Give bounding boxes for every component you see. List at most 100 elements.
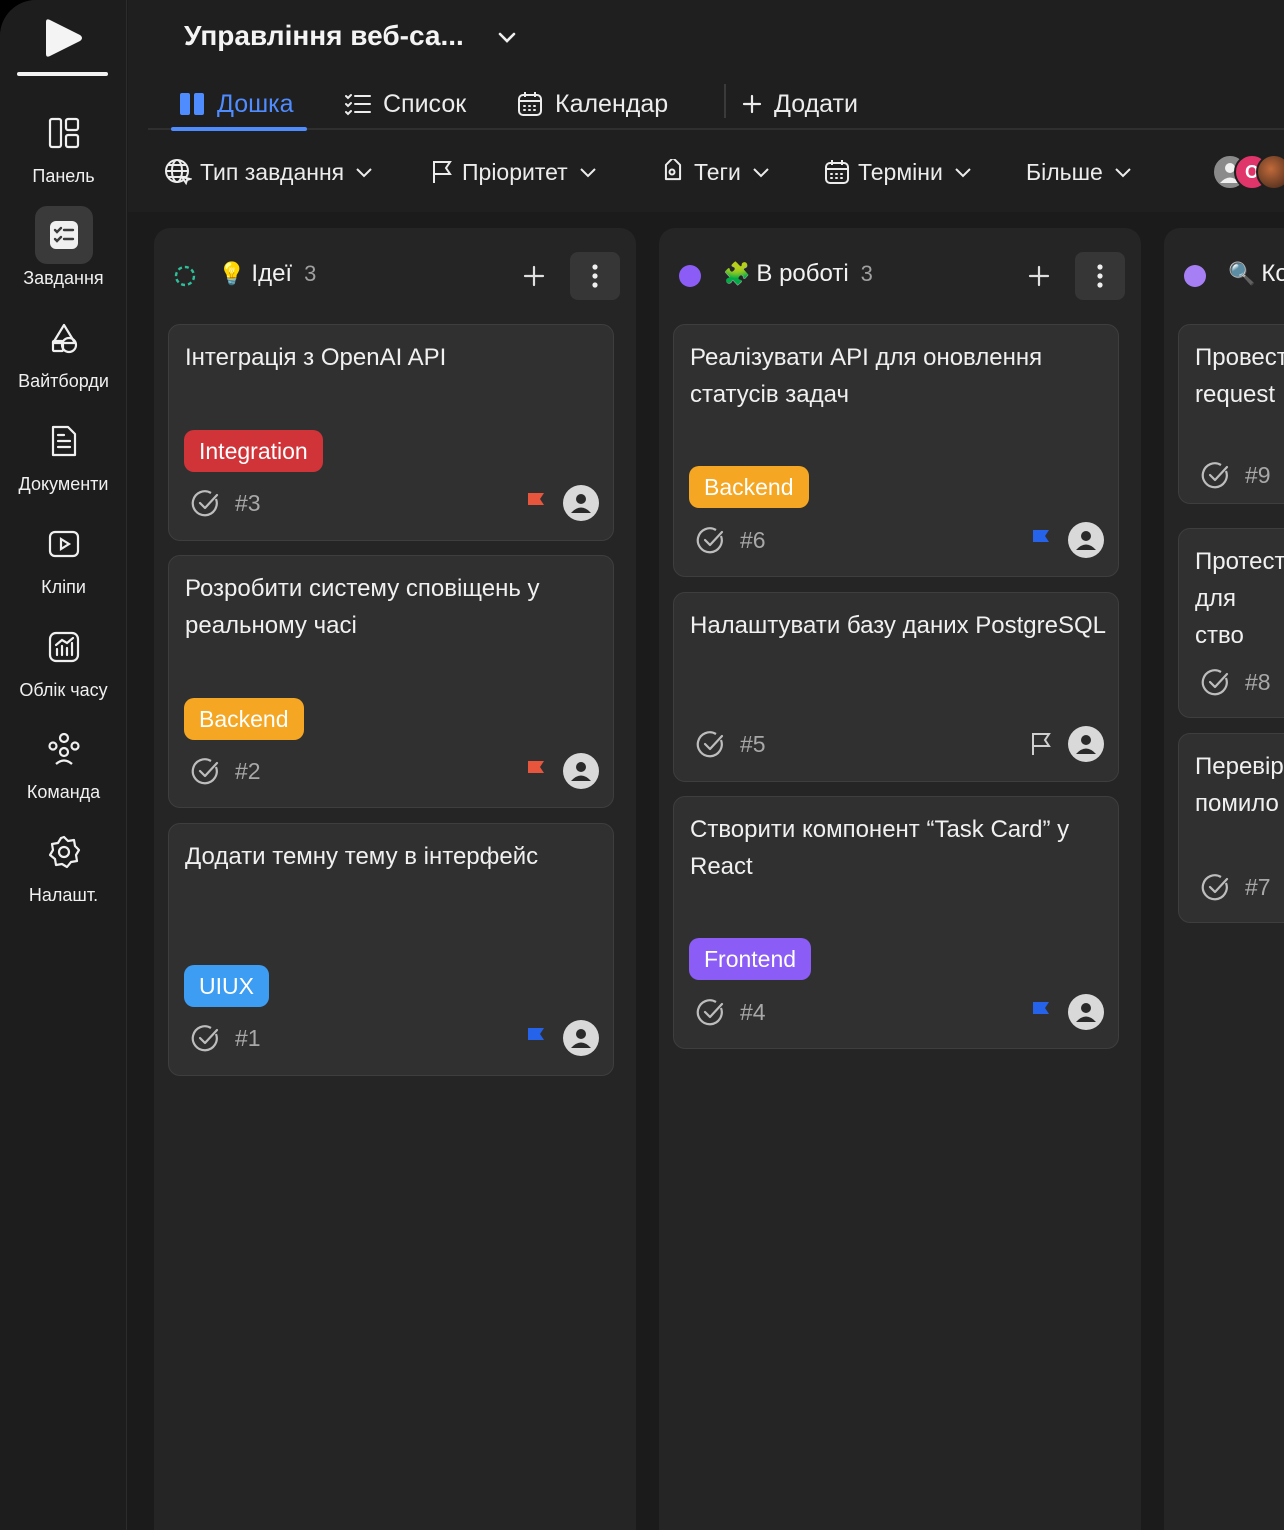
sidebar-item-clips[interactable]: Кліпи bbox=[0, 515, 127, 611]
avatar bbox=[1256, 154, 1284, 190]
gear-icon bbox=[35, 823, 93, 881]
filter-label: Більше bbox=[1026, 158, 1103, 185]
filter-priority[interactable]: Пріоритет bbox=[430, 152, 598, 192]
task-tag: Integration bbox=[184, 430, 323, 472]
tag-icon bbox=[664, 159, 682, 181]
task-title: Перевір помило bbox=[1195, 753, 1284, 817]
task-card[interactable]: Провест request #9 bbox=[1178, 324, 1284, 504]
task-card[interactable]: Реалізувати API для оновлення статусів з… bbox=[673, 324, 1119, 577]
magnifier-icon: 🔍 bbox=[1228, 261, 1256, 286]
chevron-down-icon bbox=[356, 168, 372, 178]
sidebar-item-label: Документи bbox=[18, 474, 109, 494]
task-id: #5 bbox=[696, 729, 766, 759]
task-card[interactable]: Створити компонент “Task Card” у React F… bbox=[673, 796, 1119, 1049]
task-card[interactable]: Інтеграція з OpenAI API Integration #3 bbox=[168, 324, 614, 541]
task-card[interactable]: Додати темну тему в інтерфейс UIUX #1 bbox=[168, 823, 614, 1076]
status-pending-icon bbox=[174, 265, 196, 287]
project-title[interactable]: Управління веб-са... bbox=[184, 20, 464, 52]
list-icon bbox=[345, 94, 371, 116]
task-card[interactable]: Протест для ство #8 bbox=[1178, 528, 1284, 718]
chart-icon bbox=[35, 618, 93, 676]
filter-more[interactable]: Більше bbox=[1026, 152, 1133, 192]
sidebar-item-label: Налашт. bbox=[28, 885, 99, 905]
task-card[interactable]: Розробити систему сповіщень у реальному … bbox=[168, 555, 614, 808]
sidebar-item-docs[interactable]: Документи bbox=[0, 412, 127, 508]
task-card[interactable]: Налаштувати базу даних PostgreSQL #5 bbox=[673, 592, 1119, 782]
tab-calendar[interactable]: Календар bbox=[517, 84, 668, 124]
column-title[interactable]: 🔍 Ко bbox=[1228, 260, 1284, 288]
globe-icon bbox=[165, 159, 192, 186]
task-id: #2 bbox=[191, 756, 261, 786]
task-id: #4 bbox=[696, 997, 766, 1027]
filter-deadlines[interactable]: Терміни bbox=[824, 152, 973, 192]
task-id: #3 bbox=[191, 488, 261, 518]
column-header: 🧩 В роботі 3 bbox=[659, 252, 1141, 300]
check-circle-icon bbox=[1201, 874, 1229, 901]
tab-add[interactable]: Додати bbox=[742, 84, 858, 124]
member-avatars[interactable]: O bbox=[1212, 154, 1284, 192]
task-card[interactable]: Перевір помило #7 bbox=[1178, 733, 1284, 923]
status-dot bbox=[679, 265, 701, 287]
whiteboard-icon bbox=[35, 309, 93, 367]
assignee-avatar[interactable] bbox=[563, 485, 599, 521]
flag-icon[interactable] bbox=[1030, 528, 1052, 552]
assignee-avatar[interactable] bbox=[563, 753, 599, 789]
flag-icon[interactable] bbox=[525, 759, 547, 783]
check-circle-icon bbox=[191, 758, 219, 785]
add-task-icon[interactable] bbox=[520, 262, 548, 290]
check-circle-icon bbox=[696, 999, 724, 1026]
column-title[interactable]: 💡 Ідеї 3 bbox=[218, 260, 316, 288]
assignee-avatar[interactable] bbox=[1068, 522, 1104, 558]
task-title: Реалізувати API для оновлення статусів з… bbox=[690, 344, 1043, 408]
chevron-down-icon bbox=[753, 168, 769, 178]
column-menu-button[interactable] bbox=[570, 252, 620, 300]
sidebar-item-tasks[interactable]: Завдання bbox=[0, 206, 127, 302]
sidebar-item-time[interactable]: Облік часу bbox=[0, 618, 127, 714]
assignee-avatar[interactable] bbox=[1068, 994, 1104, 1030]
column-menu-button[interactable] bbox=[1075, 252, 1125, 300]
check-circle-icon bbox=[1201, 462, 1229, 489]
filter-task-type[interactable]: Тип завдання bbox=[164, 152, 374, 192]
tab-list[interactable]: Список bbox=[345, 84, 466, 124]
task-id: #9 bbox=[1201, 460, 1271, 490]
check-circle-icon bbox=[1201, 669, 1229, 696]
column-count: 3 bbox=[304, 261, 317, 286]
flag-icon[interactable] bbox=[1030, 1000, 1052, 1024]
calendar-icon bbox=[518, 92, 542, 116]
tab-board[interactable]: Дошка bbox=[179, 84, 294, 124]
flag-outline-icon[interactable] bbox=[1030, 732, 1052, 756]
header: Управління веб-са... Дошка Список Календ… bbox=[128, 0, 1284, 212]
column-name: В роботі bbox=[756, 260, 849, 287]
document-icon bbox=[35, 412, 93, 470]
column-title[interactable]: 🧩 В роботі 3 bbox=[723, 260, 873, 288]
more-vertical-icon bbox=[1097, 264, 1103, 288]
status-dot bbox=[1184, 265, 1206, 287]
task-tag: UIUX bbox=[184, 965, 269, 1007]
tab-divider bbox=[724, 84, 726, 118]
sidebar-item-team[interactable]: Команда bbox=[0, 720, 127, 816]
column-count: 3 bbox=[860, 261, 873, 286]
filter-tags[interactable]: Теги bbox=[660, 152, 771, 192]
task-id: #1 bbox=[191, 1023, 261, 1053]
flag-icon[interactable] bbox=[525, 491, 547, 515]
assignee-avatar[interactable] bbox=[563, 1020, 599, 1056]
task-id: #6 bbox=[696, 525, 766, 555]
sidebar-item-whiteboards[interactable]: Вайтборди bbox=[0, 309, 127, 405]
plus-icon bbox=[742, 94, 762, 114]
column-name: Ко bbox=[1261, 260, 1284, 287]
add-task-icon[interactable] bbox=[1025, 262, 1053, 290]
task-tag: Frontend bbox=[689, 938, 812, 980]
task-title: Розробити систему сповіщень у реальному … bbox=[185, 575, 540, 639]
app-logo-icon[interactable] bbox=[40, 18, 84, 58]
flag-icon[interactable] bbox=[525, 1026, 547, 1050]
chevron-down-icon[interactable] bbox=[496, 26, 518, 48]
check-circle-icon bbox=[191, 1025, 219, 1052]
assignee-avatar[interactable] bbox=[1068, 726, 1104, 762]
task-title: Інтеграція з OpenAI API bbox=[185, 344, 447, 371]
flag-icon bbox=[433, 161, 452, 183]
sidebar-item-settings[interactable]: Налашт. bbox=[0, 823, 127, 919]
sidebar-item-panel[interactable]: Панель bbox=[0, 104, 127, 200]
sidebar-item-label: Панель bbox=[32, 166, 95, 186]
sidebar-item-label: Облік часу bbox=[19, 680, 108, 700]
filter-label: Тип завдання bbox=[200, 158, 345, 185]
